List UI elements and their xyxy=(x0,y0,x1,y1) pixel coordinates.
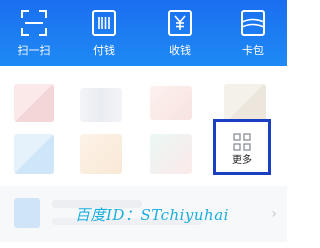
pay-button[interactable]: 付钱 xyxy=(73,0,135,66)
watermark-text: 百度ID：STchiyuhai xyxy=(75,206,229,224)
scan-button[interactable]: 扫一扫 xyxy=(3,0,65,66)
barcode-icon xyxy=(92,10,116,36)
blurred-app-icon[interactable] xyxy=(150,134,192,174)
receive-label: 收钱 xyxy=(169,44,191,57)
scan-label: 扫一扫 xyxy=(17,44,51,57)
more-label: 更多 xyxy=(232,155,252,166)
wallet-icon xyxy=(241,10,265,36)
more-button[interactable]: 更多 xyxy=(213,119,271,175)
blurred-app-icon[interactable] xyxy=(224,84,266,122)
blurred-app-icon[interactable] xyxy=(14,84,54,122)
chevron-right-icon: › xyxy=(271,206,277,222)
blurred-app-icon[interactable] xyxy=(14,134,54,174)
blurred-app-icon[interactable] xyxy=(150,86,192,120)
card-wallet-label: 卡包 xyxy=(242,44,264,57)
pay-label: 付钱 xyxy=(93,44,115,57)
blurred-app-icon[interactable] xyxy=(80,88,122,122)
list-item-thumbnail xyxy=(14,198,40,228)
grid-icon xyxy=(233,133,251,151)
blurred-app-icon[interactable] xyxy=(80,134,122,174)
scan-icon xyxy=(21,10,47,36)
yuan-icon xyxy=(168,10,192,36)
receive-button[interactable]: 收钱 xyxy=(149,0,211,66)
quick-action-bar: 扫一扫 付钱 收钱 卡包 xyxy=(0,0,287,66)
card-wallet-button[interactable]: 卡包 xyxy=(222,0,284,66)
